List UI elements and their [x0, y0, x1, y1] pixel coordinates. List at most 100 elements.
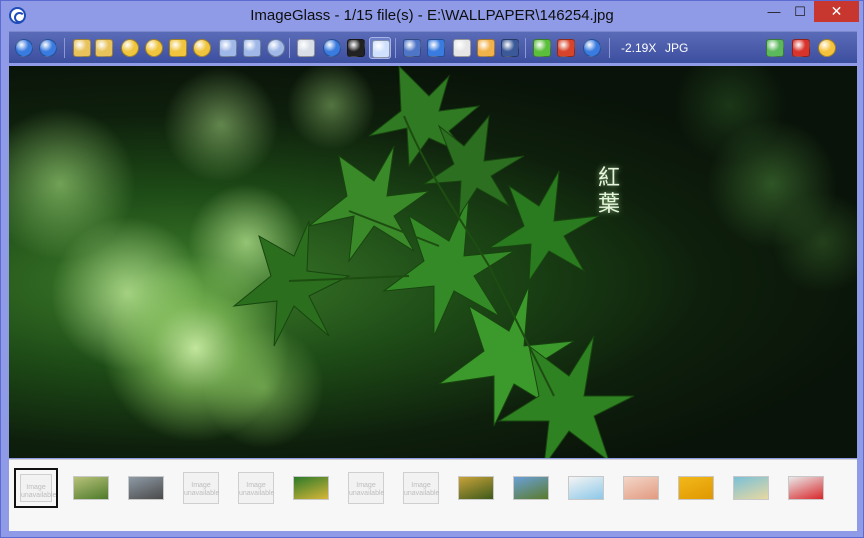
thumbnail-placeholder: Image unavailable	[238, 472, 274, 504]
thumbnail-item[interactable]	[674, 468, 718, 508]
thumbnail-image	[733, 476, 769, 500]
thumbnail-toggle-button[interactable]	[369, 37, 391, 59]
caption-char-1: 紅	[597, 166, 620, 191]
back-arrow-button[interactable]	[13, 37, 35, 59]
maximize-button[interactable]: ☐	[787, 1, 813, 22]
thumbnail-image	[458, 476, 494, 500]
back-arrow-icon	[15, 39, 33, 57]
dislike-button[interactable]	[790, 37, 812, 59]
toolbar-separator	[289, 38, 290, 58]
thumbnail-item[interactable]: Image unavailable	[14, 468, 58, 508]
thumbnail-image	[623, 476, 659, 500]
actual-size-icon	[169, 39, 187, 57]
thumbnail-item[interactable]: Image unavailable	[344, 468, 388, 508]
imageglass-window: ImageGlass - 1/15 file(s) - E:\WALLPAPER…	[0, 0, 864, 538]
rotate-left-icon	[73, 39, 91, 57]
thumbnail-image	[678, 476, 714, 500]
zoom-out-button[interactable]	[143, 37, 165, 59]
auto-zoom-button[interactable]	[265, 37, 287, 59]
open-folder-icon	[297, 39, 315, 57]
edit-image-button[interactable]	[425, 37, 447, 59]
close-button[interactable]: ✕	[814, 1, 859, 22]
maple-leaves-graphic	[232, 66, 635, 458]
toolbar-separator	[525, 38, 526, 58]
rotate-right-icon	[95, 39, 113, 57]
thumbnail-image	[513, 476, 549, 500]
thumbnail-item[interactable]	[289, 468, 333, 508]
plugin-button[interactable]	[531, 37, 553, 59]
thumbnail-item[interactable]	[564, 468, 608, 508]
refresh-button[interactable]	[321, 37, 343, 59]
edit-image-icon	[427, 39, 445, 57]
thumbnail-placeholder: Image unavailable	[20, 474, 56, 502]
window-title: ImageGlass - 1/15 file(s) - E:\WALLPAPER…	[250, 7, 614, 24]
open-folder-button[interactable]	[295, 37, 317, 59]
thumbnail-image	[788, 476, 824, 500]
toolbar-separator	[395, 38, 396, 58]
thumbnail-placeholder: Image unavailable	[348, 472, 384, 504]
scale-height-button[interactable]	[241, 37, 263, 59]
toolbar: -2.19X JPG	[9, 31, 857, 63]
fullscreen-icon	[453, 39, 471, 57]
thumbnail-item[interactable]	[124, 468, 168, 508]
checkerboard-button[interactable]	[401, 37, 423, 59]
minimize-button[interactable]: —	[761, 1, 787, 22]
fullscreen-button[interactable]	[451, 37, 473, 59]
zoom-level-readout: -2.19X	[621, 41, 657, 55]
report-icon	[818, 39, 836, 57]
thumbnail-placeholder: Image unavailable	[403, 472, 439, 504]
dislike-icon	[792, 39, 810, 57]
help-button[interactable]	[581, 37, 603, 59]
thumbnail-item[interactable]	[69, 468, 113, 508]
thumbnail-item[interactable]	[619, 468, 663, 508]
thumbnail-item[interactable]	[784, 468, 828, 508]
auto-zoom-icon	[267, 39, 285, 57]
thumbnail-item[interactable]	[454, 468, 498, 508]
thumbnail-strip[interactable]: Image unavailable Image unavailable Image …	[9, 459, 857, 531]
image-viewer[interactable]: 紅 葉	[9, 66, 857, 458]
facebook-upload-button[interactable]	[499, 37, 521, 59]
thumbnail-placeholder: Image unavailable	[183, 472, 219, 504]
zoom-in-icon	[121, 39, 139, 57]
toolbar-separator	[64, 38, 65, 58]
zoom-lock-button[interactable]	[191, 37, 213, 59]
scale-height-icon	[243, 39, 261, 57]
image-format-readout: JPG	[665, 41, 689, 55]
actual-size-button[interactable]	[167, 37, 189, 59]
thumbnail-item[interactable]: Image unavailable	[399, 468, 443, 508]
thumbnail-image	[73, 476, 109, 500]
thumbnail-item[interactable]: Image unavailable	[179, 468, 223, 508]
delete-icon	[557, 39, 575, 57]
refresh-icon	[323, 39, 341, 57]
thumbnail-image	[128, 476, 164, 500]
like-button[interactable]	[764, 37, 786, 59]
thumbnail-image	[293, 476, 329, 500]
slideshow-icon	[477, 39, 495, 57]
title-bar[interactable]: ImageGlass - 1/15 file(s) - E:\WALLPAPER…	[1, 1, 863, 31]
zoom-in-button[interactable]	[119, 37, 141, 59]
go-to-image-button[interactable]	[345, 37, 367, 59]
thumbnail-item[interactable]	[509, 468, 553, 508]
like-icon	[766, 39, 784, 57]
forward-arrow-button[interactable]	[37, 37, 59, 59]
facebook-upload-icon	[501, 39, 519, 57]
thumbnail-image	[568, 476, 604, 500]
forward-arrow-icon	[39, 39, 57, 57]
delete-button[interactable]	[555, 37, 577, 59]
help-icon	[583, 39, 601, 57]
zoom-out-icon	[145, 39, 163, 57]
thumbnail-toggle-icon	[372, 40, 390, 58]
caption-char-2: 葉	[597, 192, 620, 217]
checkerboard-icon	[403, 39, 421, 57]
rotate-right-button[interactable]	[93, 37, 115, 59]
scale-width-button[interactable]	[217, 37, 239, 59]
toolbar-separator	[609, 38, 610, 58]
thumbnail-item[interactable]	[729, 468, 773, 508]
report-button[interactable]	[816, 37, 838, 59]
thumbnail-item[interactable]: Image unavailable	[234, 468, 278, 508]
rotate-left-button[interactable]	[71, 37, 93, 59]
go-to-image-icon	[347, 39, 365, 57]
caption-text: 紅 葉	[594, 166, 624, 218]
scale-width-icon	[219, 39, 237, 57]
slideshow-button[interactable]	[475, 37, 497, 59]
